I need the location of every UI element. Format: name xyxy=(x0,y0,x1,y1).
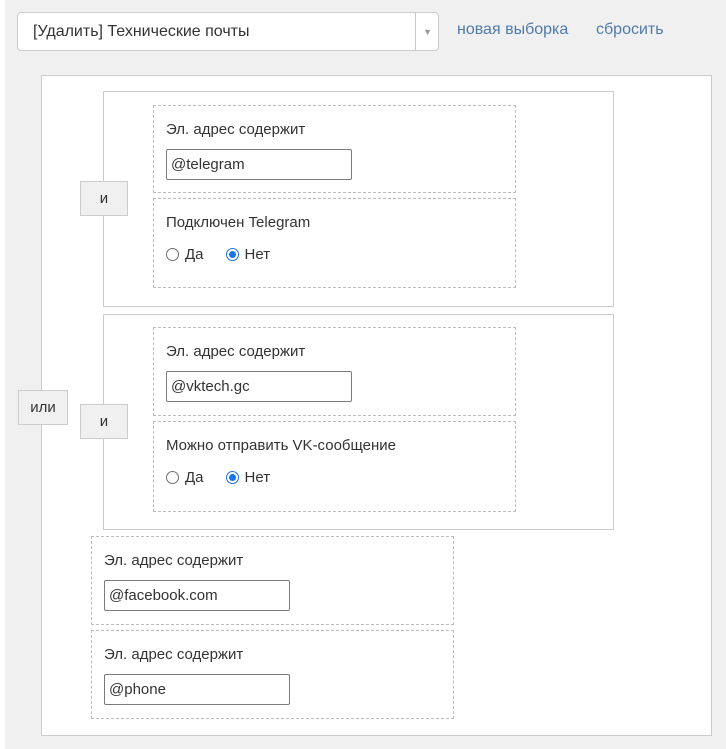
root-operator-button[interactable]: или xyxy=(18,390,68,425)
condition-email-contains: Эл. адрес содержит xyxy=(153,105,516,193)
email-contains-input[interactable] xyxy=(166,371,352,402)
radio-yes[interactable] xyxy=(166,248,179,261)
condition-email-contains: Эл. адрес содержит xyxy=(91,630,454,719)
group-2-operator-button[interactable]: и xyxy=(80,404,128,439)
radio-yes-label[interactable]: Да xyxy=(185,469,204,486)
condition-label: Можно отправить VK-сообщение xyxy=(166,437,397,454)
radio-no-label[interactable]: Нет xyxy=(245,469,271,486)
condition-label: Эл. адрес содержит xyxy=(104,552,244,569)
condition-label: Эл. адрес содержит xyxy=(166,343,306,360)
condition-label: Эл. адрес содержит xyxy=(104,646,244,663)
condition-email-contains: Эл. адрес содержит xyxy=(91,536,454,625)
radio-yes[interactable] xyxy=(166,471,179,484)
email-contains-input[interactable] xyxy=(166,149,352,180)
saved-filter-select[interactable]: [Удалить] Технические почты ▼ xyxy=(17,12,439,51)
email-contains-input[interactable] xyxy=(104,580,290,611)
radio-group: Да Нет xyxy=(166,246,270,263)
select-divider xyxy=(415,13,416,50)
radio-no-label[interactable]: Нет xyxy=(245,246,271,263)
email-contains-input[interactable] xyxy=(104,674,290,705)
filter-group-1: Эл. адрес содержит Подключен Telegram Да… xyxy=(103,91,614,307)
condition-vk-message: Можно отправить VK-сообщение Да Нет xyxy=(153,421,516,512)
condition-label: Эл. адрес содержит xyxy=(166,121,306,138)
radio-no[interactable] xyxy=(225,471,239,484)
radio-yes-label[interactable]: Да xyxy=(185,246,204,263)
condition-email-contains: Эл. адрес содержит xyxy=(153,327,516,416)
reset-link[interactable]: сбросить xyxy=(596,21,664,39)
filter-group-2: Эл. адрес содержит Можно отправить VK-со… xyxy=(103,314,614,530)
chevron-down-icon[interactable]: ▼ xyxy=(423,27,432,37)
condition-label: Подключен Telegram xyxy=(166,214,311,231)
condition-telegram-connected: Подключен Telegram Да Нет xyxy=(153,198,516,288)
new-selection-link[interactable]: новая выборка xyxy=(457,21,568,39)
group-1-operator-button[interactable]: и xyxy=(80,181,128,216)
radio-group: Да Нет xyxy=(166,469,270,486)
radio-no[interactable] xyxy=(225,248,239,261)
saved-filter-select-value: [Удалить] Технические почты xyxy=(33,23,250,40)
